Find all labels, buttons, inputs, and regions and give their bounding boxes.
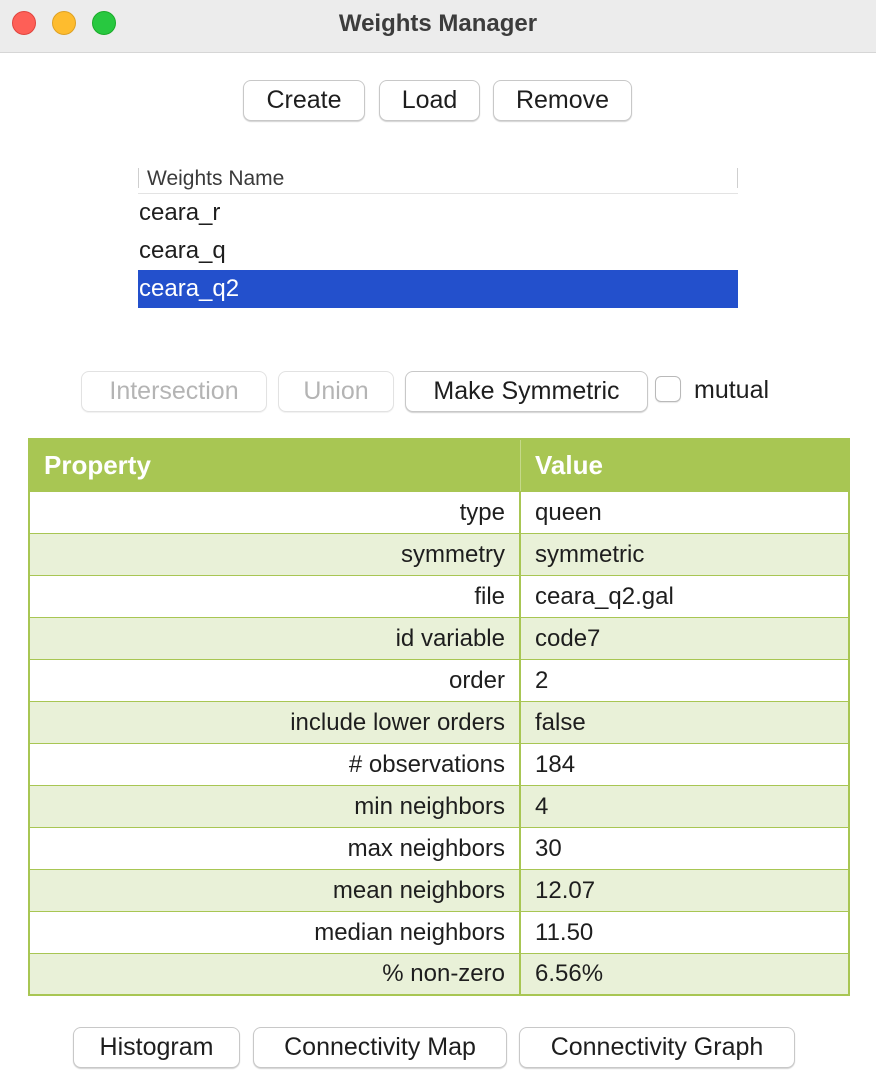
- table-row: id variable code7: [30, 617, 848, 659]
- connectivity-graph-button[interactable]: Connectivity Graph: [519, 1027, 795, 1068]
- table-row: file ceara_q2.gal: [30, 575, 848, 617]
- histogram-button[interactable]: Histogram: [73, 1027, 240, 1068]
- table-row: mean neighbors 12.07: [30, 869, 848, 911]
- title-bar: Weights Manager: [0, 0, 876, 53]
- property-cell: symmetry: [30, 534, 521, 575]
- property-column-header: Property: [30, 440, 521, 491]
- value-column-header: Value: [535, 450, 603, 480]
- property-cell: file: [30, 576, 521, 617]
- value-cell: false: [535, 708, 586, 736]
- property-cell: # observations: [30, 744, 521, 785]
- value-cell: ceara_q2.gal: [535, 582, 674, 610]
- value-cell: queen: [535, 498, 602, 526]
- mutual-checkbox[interactable]: [655, 376, 681, 402]
- weights-name-column-header: Weights Name: [147, 167, 285, 190]
- property-cell: min neighbors: [30, 786, 521, 827]
- table-row: order 2: [30, 659, 848, 701]
- mutual-label: mutual: [694, 376, 770, 404]
- window-title: Weights Manager: [338, 10, 538, 37]
- table-row: median neighbors 11.50: [30, 911, 848, 953]
- weights-list-item[interactable]: ceara_r: [138, 194, 738, 232]
- properties-table: Property Value type queen symmetry symme…: [28, 438, 850, 996]
- value-cell: symmetric: [535, 540, 645, 568]
- union-button[interactable]: Union: [278, 371, 394, 412]
- table-row: % non-zero 6.56%: [30, 953, 848, 994]
- connectivity-map-button[interactable]: Connectivity Map: [253, 1027, 507, 1068]
- value-cell: 30: [535, 834, 562, 862]
- value-cell: code7: [535, 624, 601, 652]
- value-cell: 4: [535, 792, 549, 820]
- value-cell: 12.07: [535, 876, 596, 904]
- column-separator: [737, 168, 738, 188]
- table-row: type queen: [30, 491, 848, 533]
- remove-button[interactable]: Remove: [493, 80, 632, 121]
- load-button[interactable]: Load: [379, 80, 480, 121]
- table-row: max neighbors 30: [30, 827, 848, 869]
- value-cell: 11.50: [535, 918, 594, 946]
- property-cell: mean neighbors: [30, 870, 521, 911]
- property-cell: % non-zero: [30, 954, 521, 994]
- column-separator: [138, 168, 139, 188]
- property-cell: median neighbors: [30, 912, 521, 953]
- property-cell: max neighbors: [30, 828, 521, 869]
- table-row: min neighbors 4: [30, 785, 848, 827]
- value-cell: 6.56%: [535, 960, 604, 987]
- make-symmetric-button[interactable]: Make Symmetric: [405, 371, 648, 412]
- table-row: include lower orders false: [30, 701, 848, 743]
- table-row: # observations 184: [30, 743, 848, 785]
- property-cell: id variable: [30, 618, 521, 659]
- property-cell: include lower orders: [30, 702, 521, 743]
- weights-list-header[interactable]: Weights Name: [138, 160, 738, 194]
- intersection-button[interactable]: Intersection: [81, 371, 267, 412]
- create-button[interactable]: Create: [243, 80, 365, 121]
- table-header-row: Property Value: [30, 440, 848, 491]
- weights-list-item-selected[interactable]: ceara_q2: [138, 270, 738, 308]
- property-cell: order: [30, 660, 521, 701]
- weights-list-item[interactable]: ceara_q: [138, 232, 738, 270]
- value-cell: 184: [535, 750, 576, 778]
- value-cell: 2: [535, 666, 549, 694]
- table-row: symmetry symmetric: [30, 533, 848, 575]
- property-cell: type: [30, 492, 521, 533]
